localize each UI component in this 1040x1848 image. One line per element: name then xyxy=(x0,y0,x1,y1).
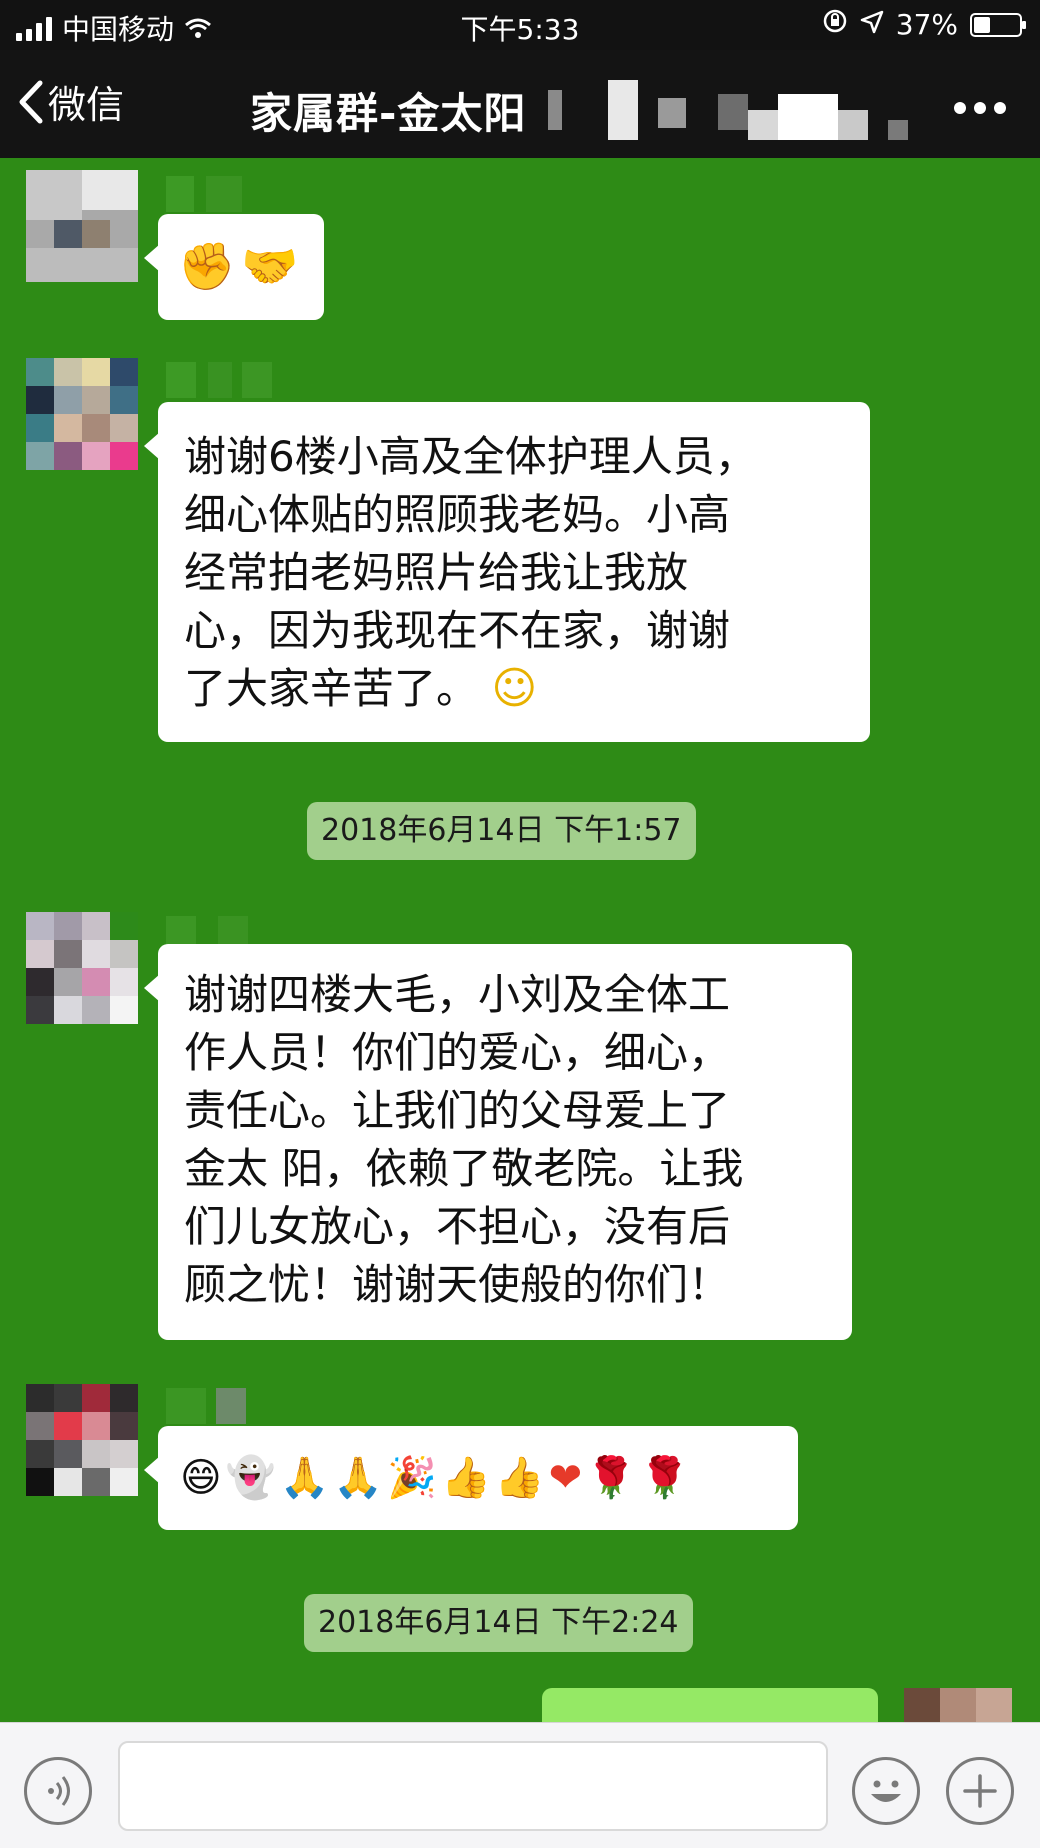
pray-emoji-icon: 🙏 xyxy=(279,1455,330,1501)
battery-icon xyxy=(970,12,1026,37)
message-line: 心，因为我现在不在家，谢谢 xyxy=(184,606,731,655)
message-line: 作人员！你们的爱心，细心， xyxy=(184,1028,731,1077)
thumbs-up-emoji-icon: 👍 xyxy=(494,1455,545,1501)
heart-emoji-icon: ❤ xyxy=(548,1455,583,1501)
message-line: 责任心。让我们的父母爱上了 xyxy=(184,1086,731,1135)
smile-emoji-icon: ☺ xyxy=(491,663,538,714)
party-emoji-icon: 🎉 xyxy=(387,1455,437,1501)
emoji-row: 😄 👻 🙏 🙏 🎉 👍 👍 ❤ 🌹 🌹 xyxy=(180,1448,776,1508)
chevron-left-icon xyxy=(19,80,43,123)
avatar[interactable] xyxy=(26,170,138,282)
grin-emoji-icon: 😄 xyxy=(180,1455,222,1501)
message-line-text: 了大家辛苦了。 xyxy=(184,664,479,713)
back-button[interactable]: 微信 xyxy=(18,74,124,129)
avatar[interactable] xyxy=(26,358,138,470)
message-line: 谢谢6楼小高及全体护理人员， xyxy=(184,432,757,481)
status-bar: 中国移动 下午5:33 37% xyxy=(0,0,1040,50)
chat-title: 家属群-金太阳 xyxy=(250,89,527,138)
emoji-row: ✊ 🤝 xyxy=(178,236,304,296)
timestamp: 2018年6月14日 下午2:24 xyxy=(304,1594,693,1652)
redacted-sender-name xyxy=(166,176,246,212)
message-line: 谢谢四楼大毛，小刘及全体工 xyxy=(184,970,731,1019)
avatar[interactable] xyxy=(26,912,138,1024)
emoji-icon[interactable] xyxy=(852,1757,920,1825)
battery-percent: 37% xyxy=(895,8,958,41)
redacted-sender-name xyxy=(166,1388,256,1424)
message-line: 顾之忧！谢谢天使般的你们！ xyxy=(184,1260,731,1309)
plus-icon[interactable] xyxy=(946,1757,1014,1825)
rotation-lock-icon xyxy=(822,8,848,41)
redacted-title-blur xyxy=(548,80,928,140)
message-line: 经常拍老妈照片给我让我放 xyxy=(184,548,689,597)
thumbs-up-emoji-icon: 👍 xyxy=(440,1455,491,1501)
message-line: 细心体贴的照顾我老妈。小高 xyxy=(184,490,731,539)
redacted-sender-name xyxy=(166,362,276,398)
message-bubble[interactable]: 谢谢6楼小高及全体护理人员， 细心体贴的照顾我老妈。小高 经常拍老妈照片给我让我… xyxy=(144,402,870,742)
timestamp: 2018年6月14日 下午1:57 xyxy=(307,802,696,860)
handshake-emoji-icon: 🤝 xyxy=(241,239,299,293)
input-bar xyxy=(0,1722,1040,1848)
message-bubble[interactable]: ✊ 🤝 xyxy=(144,214,324,320)
message-bubble[interactable]: 谢谢四楼大毛，小刘及全体工 作人员！你们的爱心，细心， 责任心。让我们的父母爱上… xyxy=(144,944,852,1340)
location-icon xyxy=(860,8,884,41)
message-input[interactable] xyxy=(118,1741,828,1831)
more-dots-icon[interactable] xyxy=(954,102,1006,114)
voice-icon[interactable] xyxy=(24,1757,92,1825)
message-bubble[interactable]: 😄 👻 🙏 🙏 🎉 👍 👍 ❤ 🌹 🌹 xyxy=(144,1426,798,1530)
ghost-emoji-icon: 👻 xyxy=(225,1455,276,1501)
rose-emoji-icon: 🌹 xyxy=(639,1455,690,1501)
message-line: 们儿女放心，不担心，没有后 xyxy=(184,1202,731,1251)
pray-emoji-icon: 🙏 xyxy=(333,1455,384,1501)
message-line: 金太 阳，依赖了敬老院。让我 xyxy=(184,1144,744,1193)
avatar[interactable] xyxy=(26,1384,138,1496)
fist-emoji-icon: ✊ xyxy=(178,239,236,293)
nav-bar: 微信 家属群-金太阳 xyxy=(0,50,1040,158)
rose-emoji-icon: 🌹 xyxy=(586,1455,636,1501)
back-label: 微信 xyxy=(48,83,125,127)
message-line: 了大家辛苦了。 ☺ xyxy=(184,660,844,718)
